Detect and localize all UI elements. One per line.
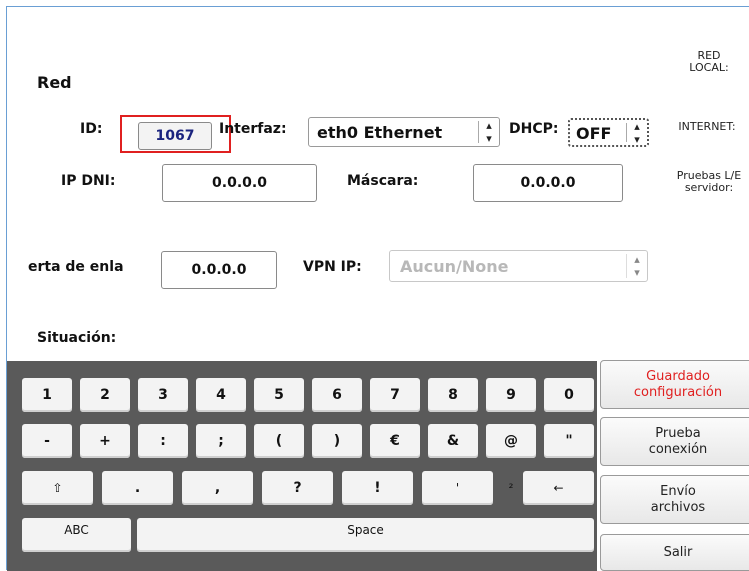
key-7[interactable]: 7 [370, 378, 420, 412]
key-4[interactable]: 4 [196, 378, 246, 412]
dhcp-value: OFF [576, 124, 612, 143]
key-9[interactable]: 9 [486, 378, 536, 412]
mascara-field[interactable]: 0.0.0.0 [473, 164, 623, 202]
key-space[interactable]: Space [137, 518, 594, 552]
key-5[interactable]: 5 [254, 378, 304, 412]
ip-dni-field[interactable]: 0.0.0.0 [162, 164, 317, 202]
key-euro[interactable]: € [370, 424, 420, 458]
key-quote[interactable]: " [544, 424, 594, 458]
dhcp-label: DHCP: [509, 121, 559, 137]
key-6[interactable]: 6 [312, 378, 362, 412]
vpn-label: VPN IP: [303, 259, 362, 275]
side-label-red-local: RED LOCAL: [689, 49, 729, 74]
mascara-label: Máscara: [347, 173, 419, 189]
key-3[interactable]: 3 [138, 378, 188, 412]
vpn-select[interactable]: Aucun/None ▴ ▾ [389, 250, 648, 282]
key-2[interactable]: 2 [80, 378, 130, 412]
updown-arrow-icon: ▴ ▾ [478, 119, 499, 145]
key-1[interactable]: 1 [22, 378, 72, 412]
exit-button[interactable]: Salir [600, 534, 749, 571]
key-abc[interactable]: ABC [22, 518, 131, 552]
key-plus[interactable]: + [80, 424, 130, 458]
updown-arrow-icon: ▴ ▾ [626, 120, 647, 146]
id-field[interactable]: 1067 [138, 122, 212, 150]
key-close-paren[interactable]: ) [312, 424, 362, 458]
key-period[interactable]: . [102, 471, 173, 505]
app-window: Red RED LOCAL: INTERNET: Pruebas L/E ser… [6, 6, 749, 571]
key-exclamation[interactable]: ! [342, 471, 413, 505]
key-minus[interactable]: - [22, 424, 72, 458]
gateway-label: erta de enla [28, 259, 124, 275]
updown-arrow-icon: ▴ ▾ [626, 253, 647, 279]
key-apostrophe[interactable]: ' [422, 471, 493, 505]
key-colon[interactable]: : [138, 424, 188, 458]
ip-dni-label: IP DNI: [61, 173, 116, 189]
test-connection-button[interactable]: Prueba conexión [600, 417, 749, 466]
key-semicolon[interactable]: ; [196, 424, 246, 458]
gateway-field[interactable]: 0.0.0.0 [161, 251, 277, 289]
key-open-paren[interactable]: ( [254, 424, 304, 458]
key-0[interactable]: 0 [544, 378, 594, 412]
interfaz-label: Interfaz: [219, 121, 287, 137]
save-config-button[interactable]: Guardado configuración [600, 360, 749, 409]
key-8[interactable]: 8 [428, 378, 478, 412]
side-label-internet: INTERNET: [678, 120, 736, 133]
vpn-value: Aucun/None [400, 257, 509, 276]
key-superscript-two[interactable]: ² [502, 471, 520, 505]
interfaz-value: eth0 Ethernet [317, 123, 443, 142]
section-title: Red [37, 73, 72, 92]
situacion-label: Situación: [37, 330, 117, 346]
dhcp-select[interactable]: OFF ▴ ▾ [568, 118, 649, 147]
on-screen-keyboard: 1 2 3 4 5 6 7 8 9 0 - + : ; ( ) € & @ " … [7, 361, 597, 571]
id-label: ID: [80, 121, 103, 137]
backspace-key-icon[interactable]: ← [523, 471, 594, 505]
key-question[interactable]: ? [262, 471, 333, 505]
send-files-button[interactable]: Envío archivos [600, 475, 749, 524]
shift-key-icon[interactable]: ⇧ [22, 471, 93, 505]
key-ampersand[interactable]: & [428, 424, 478, 458]
interfaz-select[interactable]: eth0 Ethernet ▴ ▾ [308, 117, 500, 147]
side-label-pruebas: Pruebas L/E servidor: [676, 169, 742, 194]
key-comma[interactable]: , [182, 471, 253, 505]
key-at[interactable]: @ [486, 424, 536, 458]
